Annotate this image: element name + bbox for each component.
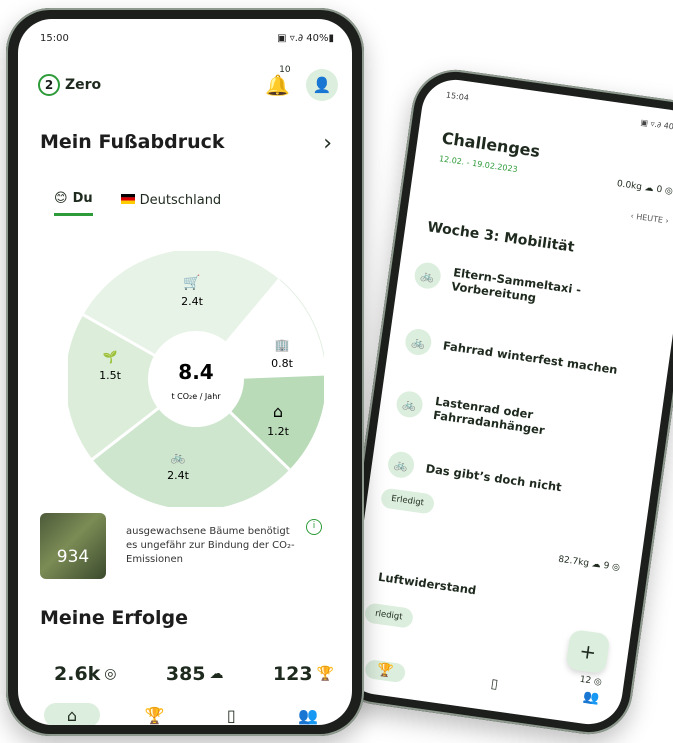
date-range: 12.02. - 19.02.2023	[438, 154, 519, 175]
smiley-icon: 😊	[54, 191, 68, 206]
week-title: Woche 3: Mobilität	[426, 219, 576, 256]
segment-value: 0.8t	[271, 357, 293, 370]
app-logo: 2 Zero	[38, 74, 101, 96]
challenge-meta: 12 ◎	[579, 674, 603, 688]
footprint-phone: 15:00 ▣ ▿.∂ 40%▮ 2 Zero 🔔 10 👤 Mein Fußab…	[6, 8, 364, 736]
nav-home[interactable]: ⌂	[44, 703, 100, 725]
app-bar: 2 Zero 🔔 10 👤	[38, 65, 338, 105]
tab-label: Du	[72, 191, 93, 206]
coin-icon: ◎	[104, 666, 117, 682]
bike-icon: 🚲	[412, 260, 443, 291]
plant-icon: 🌱	[103, 350, 118, 364]
today-switcher[interactable]: ‹ HEUTE ›	[630, 211, 669, 225]
trees-photo: 934	[40, 513, 106, 579]
cloud-icon: ☁	[209, 666, 224, 682]
building-icon: 🏢	[275, 338, 290, 352]
challenge-label: Fahrrad winterfest machen	[442, 338, 619, 377]
stat-value: 123	[272, 663, 313, 685]
bike-icon: 🚲	[394, 389, 425, 420]
tab-label: Deutschland	[139, 192, 222, 208]
app-name: Zero	[65, 77, 102, 93]
segment-value: 2.4t	[167, 469, 189, 482]
challenge-title: Luftwiderstand	[377, 569, 478, 598]
challenge-item[interactable]: 🚲 Eltern-Sammeltaxi - Vorbereitung	[412, 260, 664, 323]
home-icon: ⌂	[273, 402, 283, 421]
done-badge[interactable]: rledigt	[363, 602, 414, 629]
stat-value: 385	[165, 663, 206, 685]
bike-icon: 🚲	[386, 450, 416, 480]
bottom-nav: 🏆 ▯ 👥	[364, 658, 600, 711]
challenges-screen: 15:04 ▣ ▿.∂ 40%▮ Challenges 12.02. - 19.…	[340, 75, 673, 729]
info-icon[interactable]: i	[306, 519, 322, 535]
stat-value: 2.6k	[54, 663, 101, 685]
trophy-icon[interactable]: 🏆	[364, 658, 407, 684]
score-summary: 0.0kg ☁ 0 ◎	[616, 179, 673, 197]
challenge-item[interactable]: 🚲 Lastenrad oder Fahrradanhänger	[394, 389, 646, 452]
footprint-donut-chart: 🛒 2.4t 🏢 0.8t ⌂ 1.2t 🚲 2.4t 🌱 1.5t 8.4 t…	[68, 251, 324, 507]
cart-icon: 🛒	[183, 274, 200, 291]
stat-co2: 385 ☁	[166, 663, 224, 685]
nav-community[interactable]: 👥	[286, 703, 330, 725]
status-time: 15:00	[40, 33, 69, 44]
challenge-item[interactable]: 🚲 Fahrrad winterfest machen	[403, 327, 655, 388]
status-icons: ▣ ▿.∂ 40%▮	[277, 33, 334, 44]
book-icon[interactable]: ▯	[489, 676, 499, 696]
segment-value: 1.2t	[267, 425, 289, 438]
total-footprint: 8.4	[178, 360, 213, 384]
notification-count: 10	[279, 65, 291, 75]
bell-icon[interactable]: 🔔 10	[265, 65, 290, 97]
profile-button[interactable]: 👤	[306, 69, 338, 101]
tab-deutschland[interactable]: Deutschland	[120, 191, 222, 216]
community-icon[interactable]: 👥	[582, 689, 600, 710]
status-icons: ▣ ▿.∂ 40%▮	[639, 117, 673, 134]
add-button[interactable]: +	[565, 629, 611, 675]
person-icon: 👤	[312, 76, 332, 94]
status-bar: 15:00 ▣ ▿.∂ 40%▮	[40, 33, 334, 44]
bike-icon: 🚲	[403, 327, 434, 357]
trees-text: ausgewachsene Bäume benötigt es ungefähr…	[126, 526, 295, 565]
stat-points: 2.6k ◎	[54, 663, 117, 685]
logo-mark: 2	[38, 74, 60, 96]
segment-value: 1.5t	[99, 369, 121, 382]
german-flag-icon	[120, 193, 135, 208]
challenge-label: Lastenrad oder Fahrradanhänger	[432, 393, 546, 438]
trees-info-card: 934 ausgewachsene Bäume benötigt es unge…	[40, 513, 338, 579]
footprint-unit: t CO₂e / Jahr	[171, 392, 221, 401]
challenge-label: Eltern-Sammeltaxi - Vorbereitung	[450, 265, 582, 305]
trophy-icon: 🏆	[316, 666, 334, 682]
achievements-title: Meine Erfolge	[40, 607, 189, 629]
footprint-tabs: 😊 Du Deutschland	[54, 191, 221, 216]
bike-icon: 🚲	[171, 450, 186, 464]
trophy-icon: 🏆	[144, 705, 165, 725]
achievements-stats: 2.6k ◎ 385 ☁ 123 🏆	[54, 663, 334, 685]
footprint-screen: 15:00 ▣ ▿.∂ 40%▮ 2 Zero 🔔 10 👤 Mein Fußab…	[18, 19, 352, 725]
community-icon: 👥	[298, 705, 318, 725]
tab-du[interactable]: 😊 Du	[54, 191, 93, 216]
challenges-phone: 15:04 ▣ ▿.∂ 40%▮ Challenges 12.02. - 19.…	[328, 64, 673, 740]
stat-trophies: 123 🏆	[273, 663, 334, 685]
challenge-label: Das gibt’s doch nicht	[424, 461, 563, 495]
status-time: 15:04	[445, 90, 470, 103]
footprint-title[interactable]: Mein Fußabdruck	[40, 131, 225, 153]
nav-challenges[interactable]: 🏆	[133, 703, 177, 725]
status-bar: 15:04 ▣ ▿.∂ 40%▮	[445, 90, 673, 133]
segment-value: 2.4t	[181, 295, 203, 308]
bottom-nav: ⌂ 🏆 ▯ 👥	[44, 703, 330, 725]
nav-knowledge[interactable]: ▯	[209, 703, 253, 725]
book-icon: ▯	[226, 705, 236, 725]
trees-count: 934	[56, 547, 90, 567]
home-icon: ⌂	[66, 705, 78, 725]
challenge-meta: 82.7kg ☁ 9 ◎	[557, 554, 621, 574]
chevron-right-icon[interactable]: ›	[323, 131, 332, 156]
done-badge[interactable]: Erledigt	[379, 487, 436, 515]
